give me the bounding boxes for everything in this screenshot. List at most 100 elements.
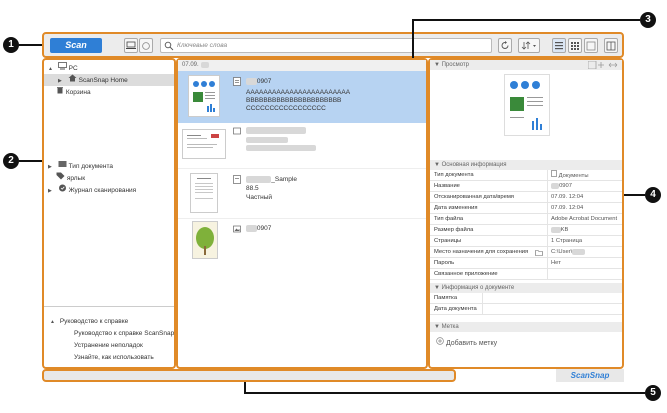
- tag-icon: [56, 172, 65, 180]
- property-key: Место назначения для сохранения: [434, 249, 529, 255]
- navigation-panel: ▲ PC ▶ ScanSnap Home Корзина ▶ Тип докум…: [42, 58, 176, 369]
- divider: [44, 306, 174, 307]
- document-icon: [551, 170, 557, 177]
- basic-info-header-label: Основная информация: [441, 162, 507, 168]
- preview-header-label: Просмотр: [441, 62, 470, 68]
- property-row: Отсканированная дата/время 07.09. 12:04: [430, 192, 622, 203]
- panel-layout-icon[interactable]: [604, 38, 618, 53]
- callout-line: [244, 382, 246, 393]
- tree-label: ScanSnap Home: [78, 77, 128, 84]
- scansnap-logo: ScanSnap: [556, 369, 624, 382]
- callout-5: 5: [645, 385, 661, 401]
- help-link-learn[interactable]: Узнайте, как использовать: [74, 352, 154, 364]
- property-key: Размер файла: [434, 227, 474, 233]
- callout-2: 2: [3, 153, 19, 169]
- property-value: C:\User\: [551, 247, 586, 258]
- expand-icon[interactable]: ▲: [50, 316, 58, 328]
- property-row: Название 0907: [430, 181, 622, 192]
- scan-button[interactable]: Scan: [50, 38, 102, 53]
- file-row[interactable]: 0907 AAAAAAAAAAAAAAAAAAAAAAAA BBBBBBBBBB…: [178, 71, 426, 123]
- callout-line: [624, 194, 645, 196]
- property-key: Дата изменения: [434, 205, 478, 211]
- callout-line: [19, 160, 42, 162]
- photo-file-icon: [233, 225, 241, 233]
- property-key: Тип файла: [434, 216, 464, 222]
- property-value: 1 Страница: [551, 238, 583, 244]
- tree-item-label[interactable]: ярлык: [56, 172, 85, 184]
- tree-item-doc-type[interactable]: ▶ Тип документа: [48, 160, 113, 172]
- file-name: 0907: [246, 225, 271, 232]
- grid-view-icon[interactable]: [568, 38, 582, 53]
- folder-icon[interactable]: [535, 250, 543, 256]
- list-view-icon[interactable]: [552, 38, 566, 53]
- tags-header-label: Метка: [441, 324, 459, 330]
- property-row: Тип файла Adobe Acrobat Document: [430, 214, 622, 225]
- doc-info-header[interactable]: ▼ Информация о документе: [430, 283, 622, 293]
- file-line: BBBBBBBBBBBBBBBBBBBBBB: [246, 97, 342, 104]
- callout-line: [412, 19, 414, 58]
- property-key: Связанное приложение: [434, 271, 498, 277]
- help-link-troubleshoot[interactable]: Устранение неполадок: [74, 340, 143, 352]
- tree-label: Журнал сканирования: [68, 187, 137, 194]
- tree-item-trash[interactable]: Корзина: [56, 86, 91, 98]
- callout-line: [244, 392, 645, 394]
- property-row: Связанное приложение: [430, 269, 622, 280]
- property-key: Страницы: [434, 238, 462, 244]
- property-row: Страницы 1 Страница: [430, 236, 622, 247]
- tree-label: ярлык: [66, 175, 86, 182]
- property-row: Размер файла KB: [430, 225, 622, 236]
- collapse-icon[interactable]: ▶: [48, 161, 56, 173]
- property-row[interactable]: Дата документа: [430, 304, 622, 315]
- property-value: Нет: [551, 260, 561, 266]
- sort-icon[interactable]: [518, 38, 540, 53]
- help-link-guide[interactable]: Руководство к справке ScanSnap: [74, 328, 174, 340]
- help-header[interactable]: ▲ Руководство к справке: [50, 316, 128, 328]
- file-row[interactable]: _Sample 88.5 Частный: [178, 169, 426, 219]
- tree-item-scansnap-home[interactable]: ▶ ScanSnap Home: [44, 74, 174, 86]
- cloud-view-icon[interactable]: [139, 38, 153, 53]
- search-icon: [164, 41, 174, 53]
- refresh-icon[interactable]: [498, 38, 512, 53]
- card-thumbnail: [182, 129, 226, 159]
- file-line: AAAAAAAAAAAAAAAAAAAAAAAA: [246, 89, 351, 96]
- callout-3: 3: [640, 12, 656, 28]
- property-value: KB: [551, 225, 568, 236]
- detail-view-icon[interactable]: [584, 38, 598, 53]
- toolbar: Scan Ключевые слова: [42, 32, 624, 58]
- basic-info-header[interactable]: ▼ Основная информация: [430, 160, 622, 170]
- doc-info-header-label: Информация о документе: [441, 285, 515, 291]
- property-row: Дата изменения 07.09. 12:04: [430, 203, 622, 214]
- property-row: Место назначения для сохранения C:\User\: [430, 247, 622, 258]
- search-box[interactable]: Ключевые слова: [160, 38, 492, 53]
- tree-item-scan-log[interactable]: ▶ Журнал сканирования: [48, 184, 136, 196]
- property-row: Пароль Нет: [430, 258, 622, 269]
- file-row[interactable]: [178, 123, 426, 169]
- receipt-thumbnail: [190, 173, 218, 213]
- file-line-redacted: [246, 137, 288, 143]
- computer-icon: [57, 62, 67, 70]
- preview-tools-icon[interactable]: [588, 61, 618, 69]
- add-tag-button[interactable]: Добавить метку: [436, 337, 497, 347]
- document-thumbnail: [188, 75, 220, 117]
- tags-header[interactable]: ▼ Метка: [430, 322, 622, 332]
- callout-line: [19, 44, 42, 46]
- property-key: Дата документа: [434, 306, 477, 312]
- status-bar: [42, 369, 456, 382]
- collapse-icon[interactable]: ▶: [48, 185, 56, 197]
- file-category: Частный: [246, 194, 273, 201]
- pc-view-icon[interactable]: [124, 38, 138, 53]
- file-name-redacted: [246, 127, 306, 134]
- property-key: Пароль: [434, 260, 455, 266]
- file-name: 0907: [246, 78, 271, 85]
- properties-panel: ▼ Просмотр ▼ Основная информация Тип док…: [428, 58, 624, 369]
- pdf-file-icon: [233, 77, 241, 86]
- property-value: 07.09. 12:04: [551, 194, 584, 200]
- property-key: Название: [434, 183, 460, 189]
- property-value: Adobe Acrobat Document: [551, 216, 618, 222]
- search-input[interactable]: Ключевые слова: [177, 42, 227, 49]
- callout-line: [412, 19, 640, 21]
- tree-item-pc[interactable]: ▲ PC: [48, 62, 78, 74]
- photo-thumbnail: [192, 221, 218, 259]
- file-row[interactable]: 0907: [178, 219, 426, 269]
- property-row[interactable]: Памятка: [430, 293, 622, 304]
